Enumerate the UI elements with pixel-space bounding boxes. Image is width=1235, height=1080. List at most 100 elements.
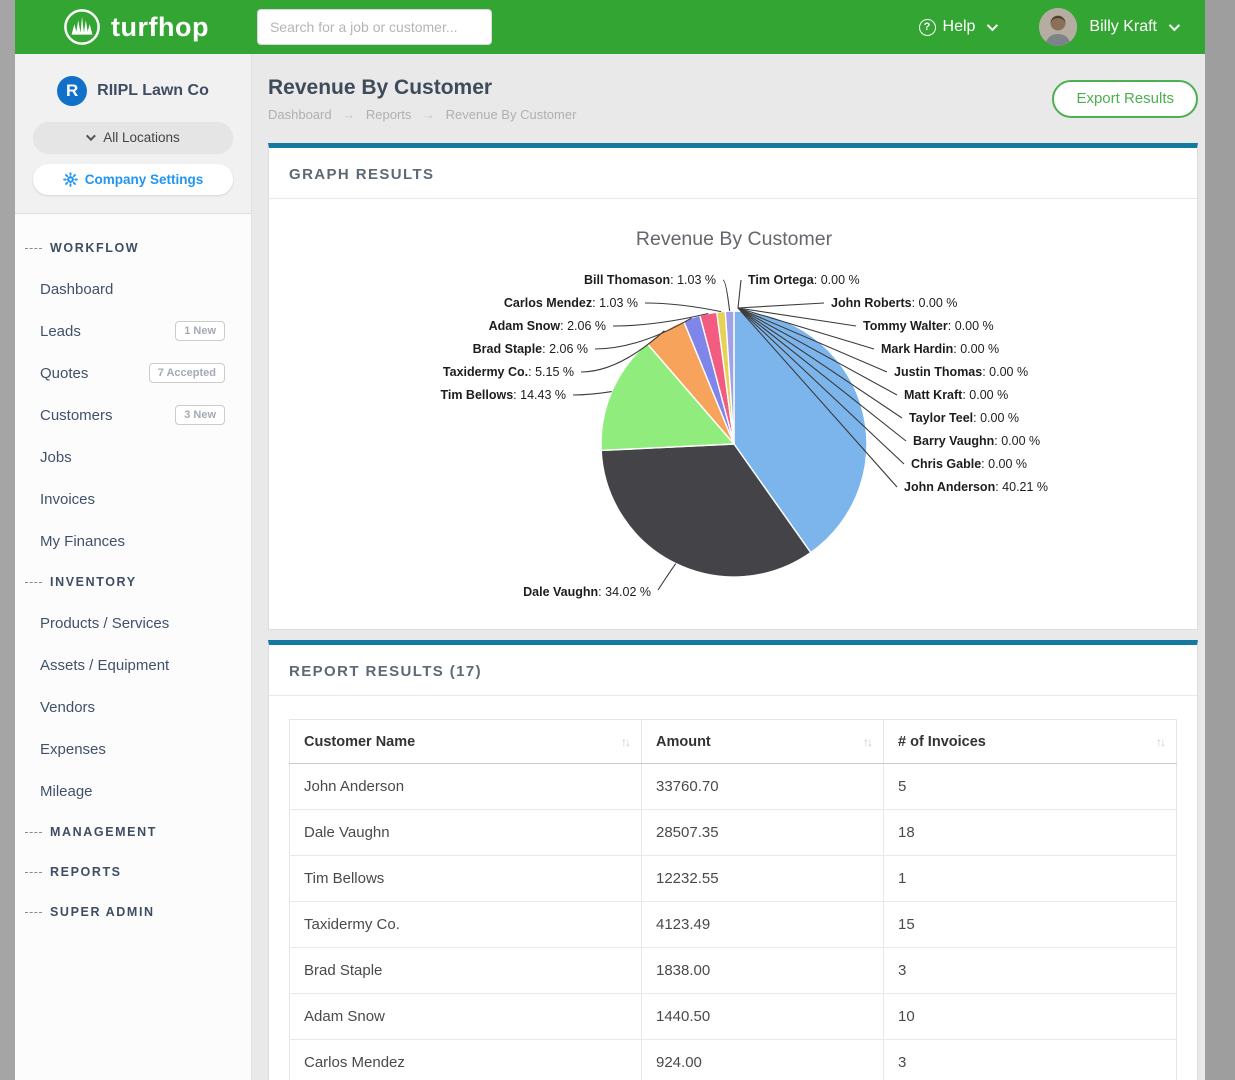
company-logo: R — [57, 76, 87, 106]
column-header-customer-name[interactable]: Customer Name ↑↓ — [290, 720, 642, 764]
graph-results-card: GRAPH RESULTS Revenue By CustomerBill Th… — [268, 143, 1198, 630]
section-label: MANAGEMENT — [50, 825, 157, 839]
sort-arrows-icon[interactable]: ↑↓ — [621, 735, 629, 749]
brand-logo[interactable]: turfhop — [63, 8, 209, 46]
sidebar-item-leads[interactable]: Leads1 New — [15, 310, 251, 352]
avatar — [1039, 8, 1077, 46]
slice-label-justin-thomas: Justin Thomas: 0.00 % — [894, 365, 1028, 379]
sidebar: R RIIPL Lawn Co All Locations — [15, 54, 252, 1080]
label-connector-line — [658, 564, 676, 590]
slice-label-taylor-teel: Taylor Teel: 0.00 % — [909, 411, 1019, 425]
gear-icon — [63, 172, 78, 187]
report-results-card: REPORT RESULTS (17) Customer Name↑↓Amoun… — [268, 640, 1198, 1080]
sort-arrows-icon[interactable]: ↑↓ — [863, 735, 871, 749]
sidebar-item-vendors[interactable]: Vendors — [15, 686, 251, 728]
slice-label-john-roberts: John Roberts: 0.00 % — [831, 296, 957, 310]
table-cell: Carlos Mendez — [290, 1040, 642, 1080]
table-cell: Dale Vaughn — [290, 810, 642, 856]
slice-label-tim-ortega: Tim Ortega: 0.00 % — [748, 273, 860, 287]
sidebar-section-reports[interactable]: REPORTS — [15, 852, 251, 892]
table-row[interactable]: Dale Vaughn28507.3518 — [290, 810, 1177, 856]
column-label: # of Invoices — [898, 734, 986, 750]
sidebar-item-assets-equipment[interactable]: Assets / Equipment — [15, 644, 251, 686]
slice-label-bill-thomason: Bill Thomason: 1.03 % — [584, 273, 716, 287]
chevron-down-icon — [86, 131, 96, 141]
sidebar-section-super-admin[interactable]: SUPER ADMIN — [15, 892, 251, 932]
sidebar-section-management[interactable]: MANAGEMENT — [15, 812, 251, 852]
page-header: Revenue By Customer Dashboard → Reports … — [268, 54, 1198, 143]
sort-arrows-icon[interactable]: ↑↓ — [1156, 735, 1164, 749]
sidebar-section-inventory[interactable]: INVENTORY — [15, 562, 251, 602]
sidebar-item-dashboard[interactable]: Dashboard — [15, 268, 251, 310]
location-selector-label: All Locations — [103, 130, 180, 145]
sidebar-item-jobs[interactable]: Jobs — [15, 436, 251, 478]
right-scrollbar[interactable] — [1205, 0, 1235, 1080]
location-selector[interactable]: All Locations — [33, 122, 233, 153]
table-cell: Brad Staple — [290, 948, 642, 994]
table-row[interactable]: Taxidermy Co.4123.4915 — [290, 902, 1177, 948]
help-menu[interactable]: ? Help — [919, 18, 996, 36]
section-label: SUPER ADMIN — [50, 905, 155, 919]
breadcrumb-current: Revenue By Customer — [446, 107, 577, 122]
report-table-wrap: Customer Name↑↓Amount↑↓# of Invoices↑↓ J… — [269, 696, 1197, 1080]
status-badge: 3 New — [175, 405, 225, 425]
page-title: Revenue By Customer — [268, 76, 576, 100]
chevron-down-icon — [1169, 20, 1180, 31]
label-connector-line — [645, 303, 721, 312]
company-row: R RIIPL Lawn Co — [33, 76, 233, 106]
table-cell: 1 — [884, 856, 1177, 902]
user-menu[interactable]: Billy Kraft — [1039, 8, 1177, 46]
table-row[interactable]: John Anderson33760.705 — [290, 764, 1177, 810]
slice-label-tim-bellows: Tim Bellows: 14.43 % — [440, 388, 566, 402]
sidebar-item-expenses[interactable]: Expenses — [15, 728, 251, 770]
sidebar-item-invoices[interactable]: Invoices — [15, 478, 251, 520]
slice-label-mark-hardin: Mark Hardin: 0.00 % — [881, 342, 999, 356]
left-scroll-gutter[interactable] — [0, 0, 15, 1080]
section-dash-icon — [25, 582, 42, 583]
sidebar-item-customers[interactable]: Customers3 New — [15, 394, 251, 436]
column-header-of-invoices[interactable]: # of Invoices ↑↓ — [884, 720, 1177, 764]
table-cell: 28507.35 — [642, 810, 884, 856]
label-connector-line — [573, 392, 612, 395]
sidebar-item-quotes[interactable]: Quotes7 Accepted — [15, 352, 251, 394]
table-row[interactable]: Brad Staple1838.003 — [290, 948, 1177, 994]
sidebar-section-workflow[interactable]: WORKFLOW — [15, 228, 251, 268]
table-cell: Tim Bellows — [290, 856, 642, 902]
section-dash-icon — [25, 912, 42, 913]
slice-label-tommy-walter: Tommy Walter: 0.00 % — [863, 319, 994, 333]
slice-label-john-anderson: John Anderson: 40.21 % — [904, 480, 1048, 494]
export-results-button[interactable]: Export Results — [1052, 80, 1198, 118]
table-cell: 5 — [884, 764, 1177, 810]
pie-chart: Revenue By Customer Bill Thomason: 1.03 %… — [269, 199, 1197, 629]
breadcrumb-dashboard[interactable]: Dashboard — [268, 107, 332, 122]
table-cell: John Anderson — [290, 764, 642, 810]
column-header-amount[interactable]: Amount↑↓ — [642, 720, 884, 764]
sidebar-item-label: Vendors — [40, 699, 95, 716]
slice-label-brad-staple: Brad Staple: 2.06 % — [473, 342, 588, 356]
sidebar-item-my-finances[interactable]: My Finances — [15, 520, 251, 562]
column-label: Customer Name — [304, 734, 415, 750]
report-table: Customer Name↑↓Amount↑↓# of Invoices↑↓ J… — [289, 719, 1177, 1080]
breadcrumb: Dashboard → Reports → Revenue By Custome… — [268, 107, 576, 122]
chart-title: Revenue By Customer — [636, 228, 833, 250]
search-input[interactable] — [257, 9, 492, 45]
sidebar-item-label: Assets / Equipment — [40, 657, 169, 674]
table-row[interactable]: Tim Bellows12232.551 — [290, 856, 1177, 902]
table-cell: Adam Snow — [290, 994, 642, 1040]
table-row[interactable]: Carlos Mendez924.003 — [290, 1040, 1177, 1080]
slice-label-barry-vaughn: Barry Vaughn: 0.00 % — [913, 434, 1040, 448]
label-connector-line — [738, 280, 741, 308]
breadcrumb-reports[interactable]: Reports — [366, 107, 412, 122]
breadcrumb-arrow-icon: → — [422, 107, 435, 122]
sidebar-item-label: Invoices — [40, 491, 95, 508]
table-row[interactable]: Adam Snow1440.5010 — [290, 994, 1177, 1040]
company-settings-button[interactable]: Company Settings — [33, 164, 233, 195]
sidebar-menu: WORKFLOWDashboardLeads1 NewQuotes7 Accep… — [15, 214, 251, 932]
sidebar-item-label: Expenses — [40, 741, 106, 758]
slice-label-dale-vaughn: Dale Vaughn: 34.02 % — [523, 585, 651, 599]
table-cell: 1440.50 — [642, 994, 884, 1040]
sidebar-item-products-services[interactable]: Products / Services — [15, 602, 251, 644]
sidebar-item-mileage[interactable]: Mileage — [15, 770, 251, 812]
slice-label-taxidermy-co: Taxidermy Co.: 5.15 % — [443, 365, 574, 379]
table-cell: Taxidermy Co. — [290, 902, 642, 948]
